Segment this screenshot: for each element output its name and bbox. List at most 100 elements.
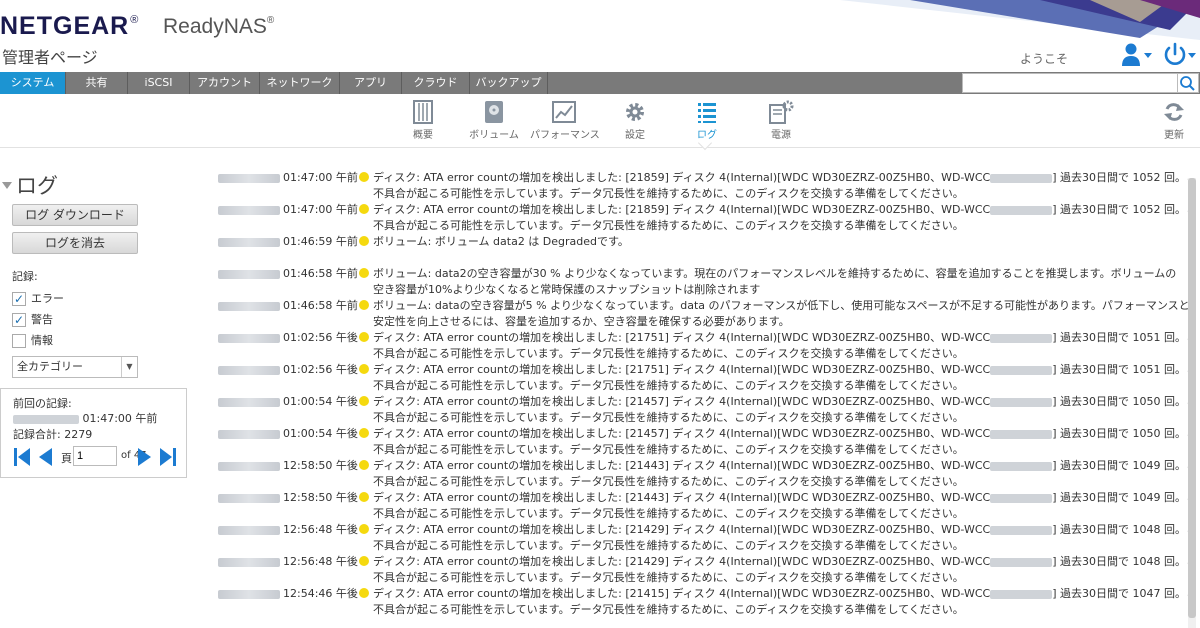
- serial-redacted: [990, 173, 1053, 183]
- warning-status-icon: [359, 460, 369, 470]
- main-nav: システム 共有 iSCSI アカウント ネットワーク アプリ クラウド バックア…: [0, 72, 1200, 94]
- log-entry-line2: [218, 250, 1188, 266]
- serial-redacted: [990, 461, 1053, 471]
- log-message: ディスク: ATA error countの増加を検出しました: [21443]…: [373, 459, 991, 472]
- log-entry-line2: 不具合が起こる可能性を示しています。データ冗長性を維持するために、このディスクを…: [373, 187, 964, 200]
- log-entry-line1: 01:02:56 午後 ディスク: ATA error countの増加を検出しま…: [218, 362, 1188, 378]
- last-record-time: 01:47:00 午前: [82, 412, 158, 425]
- subnav-settings[interactable]: 設定: [620, 100, 650, 141]
- warning-status-icon: [359, 364, 369, 374]
- log-entry: 01:47:00 午前 ディスク: ATA error countの増加を検出しま…: [218, 202, 1188, 234]
- search-button[interactable]: [1178, 73, 1199, 93]
- log-entry-line2: 不具合が起こる可能性を示しています。データ冗長性を維持するために、このディスクを…: [373, 539, 964, 552]
- log-message-tail: ] 過去30日間で 1048 回。これは: [1052, 555, 1188, 568]
- warning-status-icon: [359, 588, 369, 598]
- subnav-overview-label: 概要: [413, 130, 433, 141]
- volume-icon: [485, 101, 503, 123]
- serial-redacted: [990, 333, 1053, 343]
- subnav-performance[interactable]: パフォーマンス: [530, 100, 600, 141]
- tab-iscsi[interactable]: iSCSI: [128, 72, 190, 94]
- log-date-redacted: [218, 557, 280, 567]
- log-message: ディスク: ATA error countの増加を検出しました: [21429]…: [373, 555, 991, 568]
- category-select[interactable]: 全カテゴリー ▼: [12, 356, 138, 378]
- warning-status-icon: [359, 524, 369, 534]
- header-decoration: [840, 0, 1200, 40]
- log-message: ディスク: ATA error countの増加を検出しました: [21859]…: [373, 203, 991, 216]
- filter-error-checkbox[interactable]: ✓: [12, 292, 26, 306]
- warning-status-icon: [359, 396, 369, 406]
- page-number-input[interactable]: [73, 446, 117, 466]
- log-message-tail: ] 過去30日間で 1047 回。これは: [1052, 587, 1188, 600]
- search-input[interactable]: [962, 73, 1178, 93]
- log-entry: 01:02:56 午後 ディスク: ATA error countの増加を検出しま…: [218, 330, 1188, 362]
- tab-apps[interactable]: アプリ: [340, 72, 402, 94]
- subnav-power[interactable]: 電源: [764, 100, 798, 141]
- log-date-redacted: [218, 397, 280, 407]
- log-message-tail: ] 過去30日間で 1049 回。これは: [1052, 491, 1188, 504]
- system-subnav: 概要 ボリューム パフォーマンス 設定 ログ 電源 更新: [0, 94, 1200, 151]
- tab-backup[interactable]: バックアップ: [470, 72, 548, 94]
- download-log-button[interactable]: ログ ダウンロード: [12, 204, 138, 226]
- warning-status-icon: [359, 556, 369, 566]
- tab-accounts[interactable]: アカウント: [190, 72, 260, 94]
- log-date-redacted: [218, 269, 280, 279]
- log-scrollbar-thumb[interactable]: [1188, 178, 1196, 618]
- log-entry: 01:00:54 午後 ディスク: ATA error countの増加を検出しま…: [218, 426, 1188, 458]
- subnav-power-label: 電源: [771, 130, 791, 141]
- log-message-tail: ] 過去30日間で 1050 回。これは: [1052, 427, 1188, 440]
- log-message-tail: ] 過去30日間で 1048 回。これは: [1052, 523, 1188, 536]
- log-scrollbar[interactable]: [1188, 178, 1196, 628]
- collapse-arrow-icon: [2, 181, 12, 189]
- subnav-volumes[interactable]: ボリューム: [466, 100, 522, 141]
- log-entry-line2: 不具合が起こる可能性を示しています。データ冗長性を維持するために、このディスクを…: [373, 571, 964, 584]
- log-message-tail: ] 過去30日間で 1052 回。これは: [1052, 171, 1188, 184]
- filter-warning[interactable]: ✓ 警告: [12, 311, 53, 327]
- page-subtitle: 管理者ページ: [2, 48, 98, 67]
- total-records: 記録合計: 2279: [13, 428, 93, 441]
- filter-error-label: エラー: [31, 292, 64, 305]
- tab-cloud[interactable]: クラウド: [402, 72, 470, 94]
- log-entry-line1: 01:46:58 午前 ボリューム: dataの空き容量が5 % より少なくなって…: [218, 298, 1188, 314]
- subnav-overview[interactable]: 概要: [407, 100, 439, 141]
- log-entry: 01:46:58 午前 ボリューム: dataの空き容量が5 % より少なくなって…: [218, 298, 1188, 330]
- filter-error[interactable]: ✓ エラー: [12, 290, 64, 306]
- refresh-button[interactable]: 更新: [1160, 100, 1188, 141]
- log-entry-line1: 01:46:58 午前 ボリューム: data2の空き容量が30 % より少なくな…: [218, 266, 1188, 282]
- filter-warning-checkbox[interactable]: ✓: [12, 313, 26, 327]
- serial-redacted: [990, 493, 1053, 503]
- log-summary-box: 前回の記録: 01:47:00 午前 記録合計: 2279 頁 of 47: [0, 388, 187, 478]
- serial-redacted: [990, 589, 1053, 599]
- log-entry-line1: 12:58:50 午後 ディスク: ATA error countの増加を検出しま…: [218, 490, 1188, 506]
- filter-info[interactable]: 情報: [12, 332, 53, 348]
- warning-status-icon: [359, 204, 369, 214]
- tab-system[interactable]: システム: [0, 72, 66, 94]
- log-entry-line1: 12:58:50 午後 ディスク: ATA error countの増加を検出しま…: [218, 458, 1188, 474]
- tab-network[interactable]: ネットワーク: [260, 72, 340, 94]
- log-list-icon: [698, 103, 716, 123]
- next-page-icon[interactable]: [137, 447, 153, 467]
- last-record-label: 前回の記録:: [13, 397, 72, 410]
- user-menu[interactable]: [1120, 42, 1154, 68]
- log-time: 01:02:56 午後: [283, 363, 358, 376]
- log-entry-line1: 12:56:48 午後 ディスク: ATA error countの増加を検出しま…: [218, 522, 1188, 538]
- log-date-redacted: [218, 237, 280, 247]
- warning-status-icon: [359, 172, 369, 182]
- tab-shares[interactable]: 共有: [66, 72, 128, 94]
- power-menu[interactable]: [1162, 42, 1198, 68]
- log-date-redacted: [218, 589, 280, 599]
- log-entry-line2: 不具合が起こる可能性を示しています。データ冗長性を維持するために、このディスクを…: [373, 219, 964, 232]
- subnav-settings-label: 設定: [625, 130, 645, 141]
- log-panel-title[interactable]: ログ: [0, 170, 58, 200]
- clear-log-button[interactable]: ログを消去: [12, 232, 138, 254]
- filter-info-checkbox[interactable]: [12, 334, 26, 348]
- subnav-logs[interactable]: ログ: [692, 100, 722, 141]
- log-time: 12:58:50 午後: [283, 459, 358, 472]
- last-record-row: 01:47:00 午前: [13, 410, 157, 426]
- last-page-icon[interactable]: [159, 447, 177, 467]
- log-date-redacted: [218, 205, 280, 215]
- log-time: 01:46:59 午前: [283, 235, 358, 248]
- first-page-icon[interactable]: [13, 447, 31, 467]
- previous-page-icon[interactable]: [37, 447, 53, 467]
- log-entry-line2: 不具合が起こる可能性を示しています。データ冗長性を維持するために、このディスクを…: [373, 347, 964, 360]
- log-entry: 12:56:48 午後 ディスク: ATA error countの増加を検出しま…: [218, 554, 1188, 586]
